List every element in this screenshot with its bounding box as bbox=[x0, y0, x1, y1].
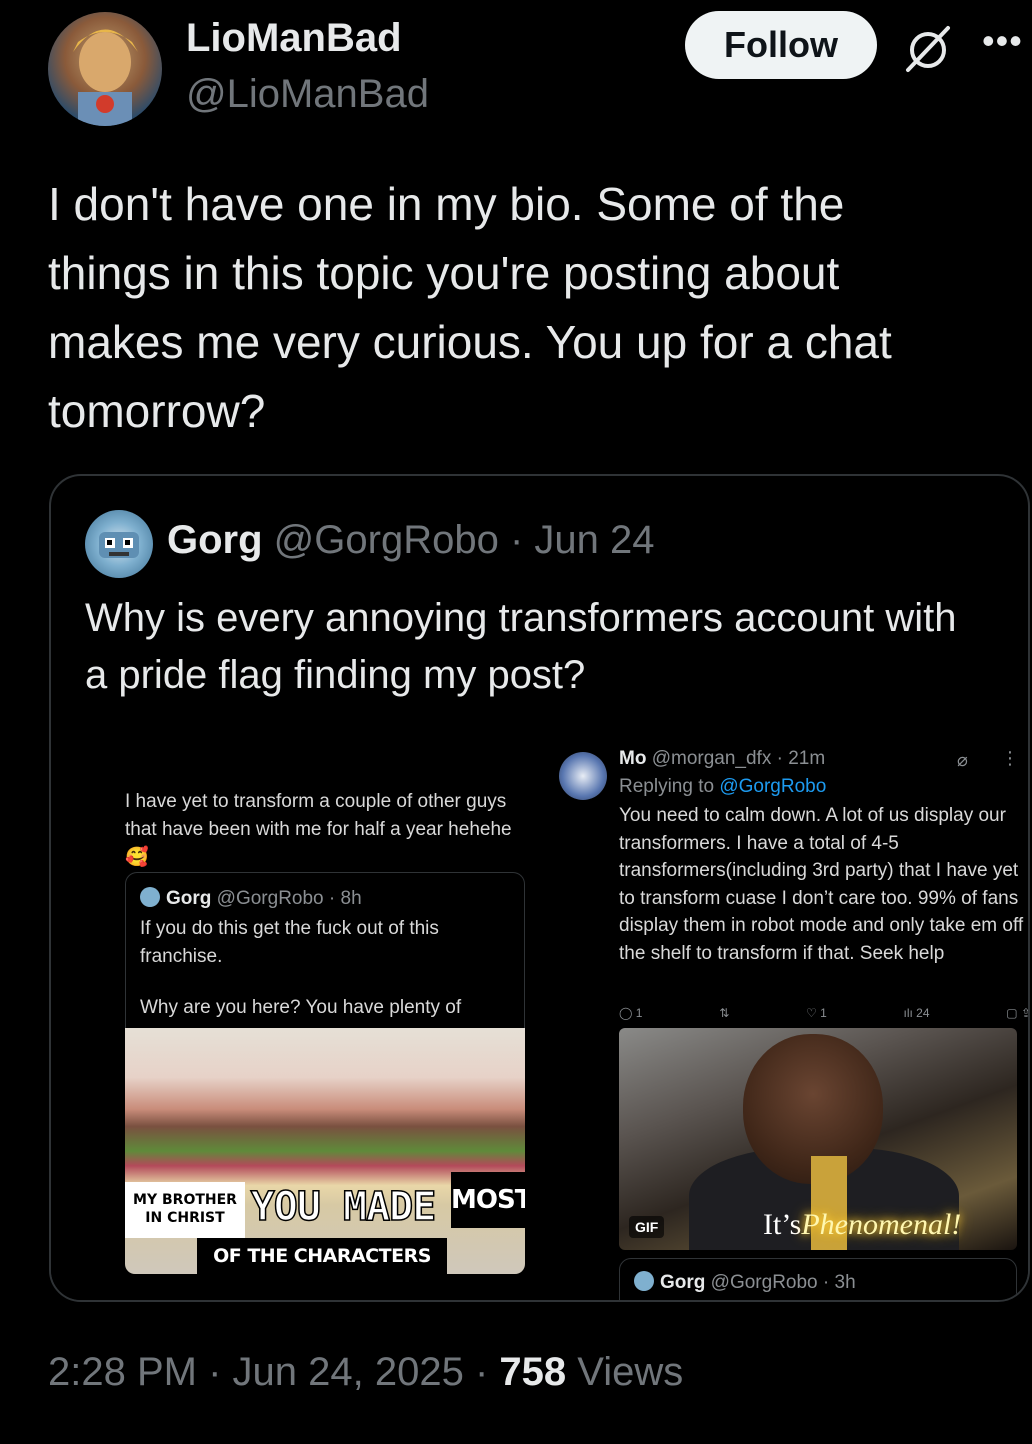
quoted-author-name[interactable]: Gorg bbox=[167, 518, 263, 562]
author-display-name[interactable]: LioManBad bbox=[186, 16, 402, 61]
reaction-gif: GIF It’sPhenomenal! bbox=[619, 1028, 1017, 1250]
bottom-quote-sep: · bbox=[822, 1272, 835, 1293]
reply-like-icon: ♡ 1 bbox=[805, 1006, 827, 1020]
quoted-tweet-image[interactable]: I have yet to transform a couple of othe… bbox=[51, 738, 1030, 1300]
reply-handle: @morgan_dfx bbox=[651, 748, 772, 769]
inner-quote-handle: @GorgRobo bbox=[216, 888, 324, 909]
quoted-author-avatar[interactable] bbox=[85, 510, 153, 578]
reply-grok-icon: ⌀ bbox=[957, 750, 968, 770]
reply-header: Mo @morgan_dfx · 21m bbox=[619, 748, 825, 770]
reply-bottom-quote: Gorg @GorgRobo · 3h bbox=[619, 1258, 1017, 1300]
gif-caption: It’sPhenomenal! bbox=[763, 1208, 961, 1242]
reply-sep: · bbox=[776, 748, 789, 769]
meme-most-text: MOST bbox=[451, 1172, 525, 1228]
inner-quote-text-continued: Why are you here? You have plenty of bbox=[140, 997, 462, 1018]
quoted-tweet-text: Why is every annoying transformers accou… bbox=[85, 596, 957, 697]
inner-quote-text: If you do this get the fuck out of this … bbox=[140, 918, 439, 967]
meme-left-label: MY BROTHER IN CHRIST bbox=[125, 1182, 245, 1238]
reply-replying-to: Replying to @GorgRobo bbox=[619, 776, 826, 798]
gif-caption-plain: It’s bbox=[763, 1208, 802, 1241]
quoted-tweet-card[interactable]: Gorg @GorgRobo · Jun 24 Why is every ann… bbox=[49, 474, 1030, 1302]
reply-name: Mo bbox=[619, 748, 647, 769]
inner-quote-time: 8h bbox=[340, 888, 362, 909]
author-handle[interactable]: @LioManBad bbox=[186, 72, 429, 117]
inner-quote-header: Gorg @GorgRobo · 8h bbox=[140, 887, 362, 910]
meta-sep-1: · bbox=[208, 1350, 233, 1394]
reply-like-count: 1 bbox=[820, 1006, 827, 1020]
meme-sandwich-image: MY BROTHER IN CHRIST YOU MADE MOST OF TH… bbox=[125, 1028, 525, 1274]
tweet-meta: 2:28 PM · Jun 24, 2025 · 758 Views bbox=[48, 1350, 683, 1395]
gif-caption-glow: Phenomenal! bbox=[801, 1208, 962, 1241]
screenshot-left-text: I have yet to transform a couple of othe… bbox=[125, 791, 512, 868]
bottom-quote-time: 3h bbox=[834, 1272, 856, 1293]
bottom-quote-name: Gorg bbox=[660, 1272, 706, 1293]
views-count[interactable]: 758 bbox=[499, 1350, 566, 1394]
bottom-quote-header: Gorg @GorgRobo · 3h bbox=[634, 1271, 856, 1294]
meme-bottom-text: OF THE CHARACTERS MEN bbox=[197, 1238, 447, 1274]
quoted-separator: · bbox=[509, 518, 535, 562]
meme-made-text: YOU MADE bbox=[250, 1183, 437, 1231]
views-label[interactable]: Views bbox=[577, 1350, 683, 1394]
reply-retweet-icon: ⇅ bbox=[719, 1006, 730, 1020]
reply-avatar bbox=[559, 752, 607, 800]
quoted-tweet-header: Gorg @GorgRobo · Jun 24 bbox=[167, 518, 655, 563]
reply-action-bar: ◯ 1 ⇅ ♡ 1 ılı 24 ▢ ⇪ bbox=[619, 1006, 1030, 1022]
follow-button[interactable]: Follow bbox=[685, 11, 877, 79]
author-avatar[interactable] bbox=[48, 12, 162, 126]
quoted-author-handle[interactable]: @GorgRobo bbox=[274, 518, 499, 562]
bottom-quote-handle: @GorgRobo bbox=[710, 1272, 818, 1293]
replying-to-handle: @GorgRobo bbox=[719, 776, 827, 797]
more-icon[interactable]: ••• bbox=[982, 20, 1023, 62]
reply-bookmark-icon: ▢ ⇪ bbox=[1006, 1006, 1030, 1020]
bottom-quote-avatar bbox=[634, 1271, 654, 1291]
tweet-date[interactable]: Jun 24, 2025 bbox=[233, 1350, 464, 1394]
meta-sep-2: · bbox=[474, 1350, 500, 1394]
gif-badge: GIF bbox=[629, 1216, 665, 1238]
inner-quote-sep: · bbox=[328, 888, 341, 909]
reply-text: You need to calm down. A lot of us displ… bbox=[619, 805, 1024, 964]
grok-icon[interactable] bbox=[900, 20, 956, 76]
screenshot-inner-quote: Gorg @GorgRobo · 8h If you do this get t… bbox=[125, 872, 525, 1052]
reply-views-icon: ılı 24 bbox=[903, 1006, 930, 1020]
replying-to-label: Replying to bbox=[619, 776, 715, 797]
tweet-text: I don't have one in my bio. Some of the … bbox=[48, 178, 892, 437]
reply-comment-count: 1 bbox=[635, 1006, 643, 1020]
reply-views-count: 24 bbox=[916, 1006, 930, 1020]
quoted-tweet-date[interactable]: Jun 24 bbox=[534, 518, 654, 562]
reply-more-icon: ⋮ bbox=[1001, 748, 1019, 768]
inner-quote-name: Gorg bbox=[166, 888, 212, 909]
reply-comment-icon: ◯ 1 bbox=[619, 1006, 643, 1020]
tweet-time[interactable]: 2:28 PM bbox=[48, 1350, 197, 1394]
inner-quote-avatar bbox=[140, 887, 160, 907]
reply-time: 21m bbox=[788, 748, 826, 769]
